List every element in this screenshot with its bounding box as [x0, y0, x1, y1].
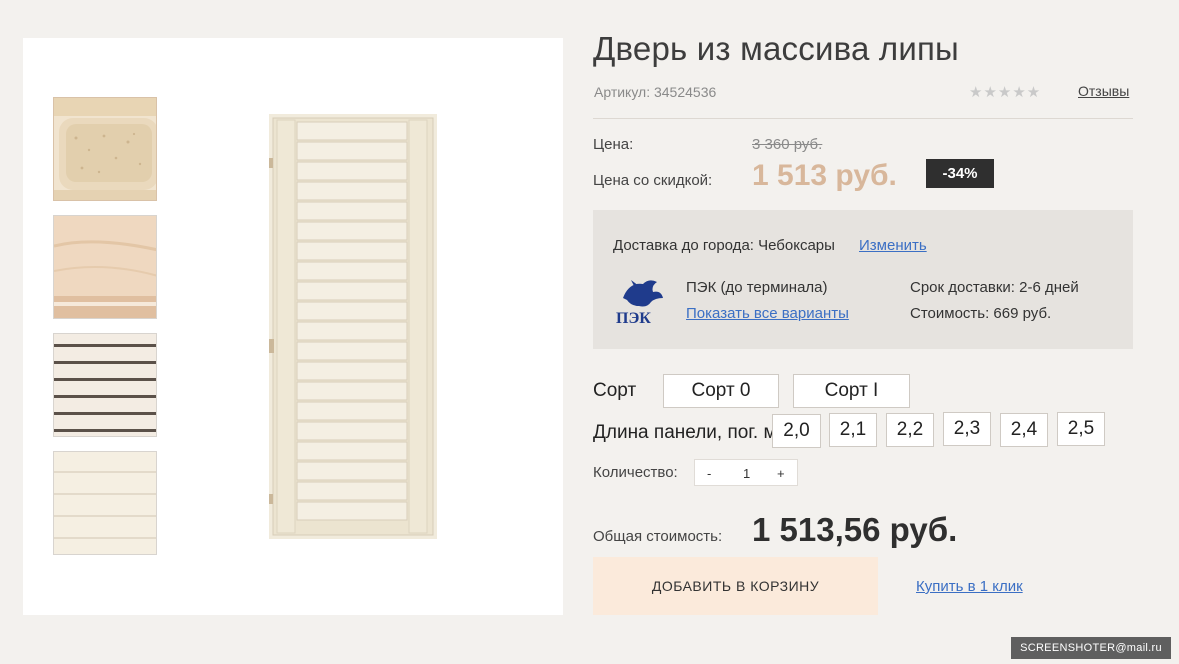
product-sku: Артикул: 34524536: [594, 84, 717, 100]
door-image: [269, 114, 437, 539]
thumbnail-4[interactable]: [53, 451, 157, 555]
total-price: 1 513,56 руб.: [752, 511, 958, 548]
length-option-2-1[interactable]: 2,1: [829, 413, 877, 447]
product-gallery: [23, 38, 563, 615]
wood-boards-image: [54, 452, 156, 554]
length-label: Длина панели, пог. м: [593, 422, 777, 443]
carrier-name: ПЭК (до терминала): [686, 279, 828, 296]
grade-option-1[interactable]: Сорт I: [793, 374, 910, 408]
quantity-increase-button[interactable]: +: [777, 466, 785, 481]
show-variants-link[interactable]: Показать все варианты: [686, 305, 849, 322]
buy-one-click-link[interactable]: Купить в 1 клик: [916, 578, 1023, 595]
product-title: Дверь из массива липы: [593, 30, 959, 67]
screenshot-watermark: SCREENSHOTER@mail.ru: [1011, 637, 1171, 659]
change-city-link[interactable]: Изменить: [859, 237, 927, 254]
rating-stars-icon[interactable]: ★★★★★: [969, 83, 1041, 101]
pek-logo-icon: ПЭК: [613, 276, 667, 327]
total-label: Общая стоимость:: [593, 528, 723, 545]
svg-text:ПЭК: ПЭК: [616, 310, 651, 326]
delivery-cost: Стоимость: 669 руб.: [910, 305, 1052, 322]
delivery-term: Срок доставки: 2-6 дней: [910, 279, 1079, 296]
old-price: 3 360 руб.: [752, 136, 823, 153]
reviews-link[interactable]: Отзывы: [1078, 83, 1129, 99]
length-option-2-5[interactable]: 2,5: [1057, 412, 1105, 446]
sale-price-label: Цена со скидкой:: [593, 172, 713, 189]
length-option-2-0[interactable]: 2,0: [772, 414, 821, 448]
sale-price: 1 513 руб.: [752, 159, 897, 192]
add-to-cart-button[interactable]: ДОБАВИТЬ В КОРЗИНУ: [593, 557, 878, 615]
price-label: Цена:: [593, 136, 634, 153]
length-option-2-4[interactable]: 2,4: [1000, 413, 1048, 447]
length-option-2-3[interactable]: 2,3: [943, 412, 991, 446]
grade-label: Сорт: [593, 380, 637, 401]
wood-profile-image: [54, 98, 156, 200]
divider: [593, 118, 1133, 119]
discount-badge: -34%: [926, 159, 994, 188]
length-option-2-2[interactable]: 2,2: [886, 413, 934, 447]
thumbnail-1[interactable]: [53, 97, 157, 201]
main-product-image: [269, 114, 437, 539]
quantity-value[interactable]: 1: [743, 466, 750, 481]
grade-option-0[interactable]: Сорт 0: [663, 374, 779, 408]
wood-panels-image: [54, 334, 156, 436]
delivery-box: Доставка до города: Чебоксары Изменить П…: [593, 210, 1133, 349]
thumbnail-3[interactable]: [53, 333, 157, 437]
thumbnail-2[interactable]: [53, 215, 157, 319]
wood-texture-image: [54, 216, 156, 318]
quantity-label: Количество:: [593, 464, 678, 481]
delivery-city: Доставка до города: Чебоксары: [613, 237, 835, 254]
quantity-stepper: - 1 +: [694, 459, 798, 486]
quantity-decrease-button[interactable]: -: [707, 466, 711, 481]
